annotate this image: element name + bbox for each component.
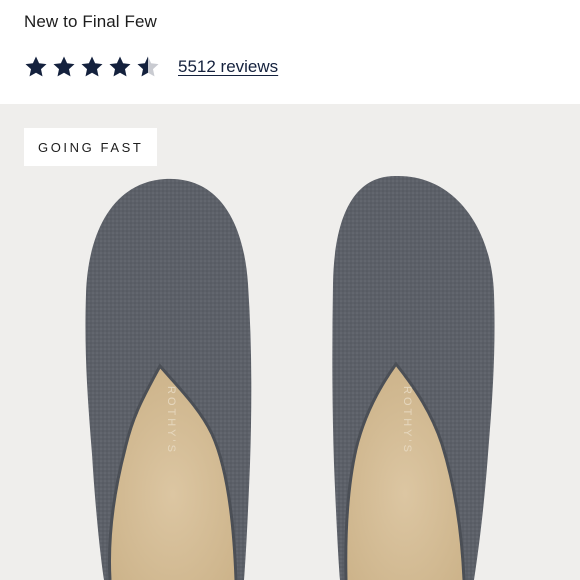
star-full-icon [53,56,75,77]
product-header: New to Final Few 5512 reviews [0,0,580,104]
reviews-link[interactable]: 5512 reviews [178,57,278,77]
right-slipper: ROTHY'S [332,175,495,580]
right-brand-mark: ROTHY'S [401,386,413,455]
star-full-icon [25,56,47,77]
going-fast-badge: GOING FAST [24,128,158,166]
product-gallery[interactable]: ROTHY'S ROTHY'S GOING FAST [0,104,580,580]
collection-label: New to Final Few [24,12,157,31]
left-slipper: ROTHY'S [85,178,252,580]
rating-row: 5512 reviews [24,54,278,80]
star-rating [24,55,164,79]
star-half-icon [137,56,159,77]
left-brand-mark: ROTHY'S [165,386,177,455]
star-full-icon [81,56,103,77]
star-full-icon [109,56,131,77]
product-image[interactable]: ROTHY'S ROTHY'S [0,104,580,580]
